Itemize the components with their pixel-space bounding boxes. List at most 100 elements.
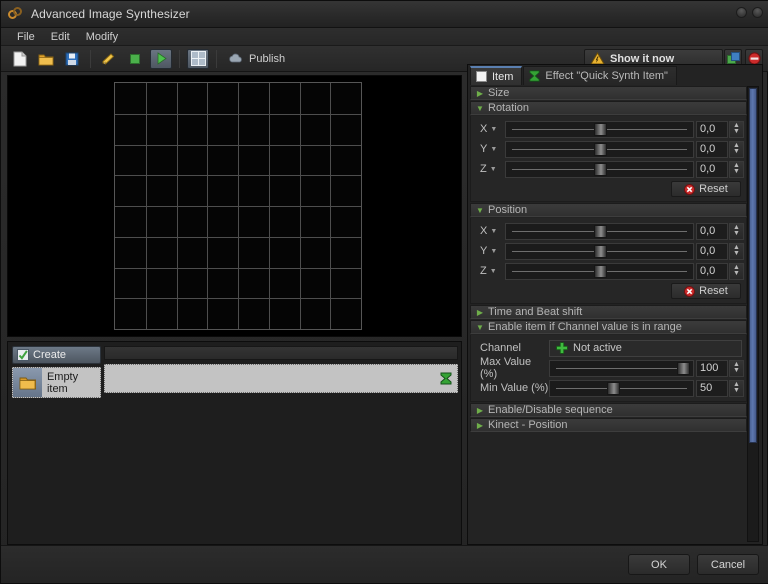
cancel-button[interactable]: Cancel bbox=[697, 554, 759, 575]
grid-line-horizontal bbox=[115, 267, 361, 269]
green-cross-icon bbox=[556, 342, 568, 354]
position-y-label[interactable]: Y ▼ bbox=[473, 245, 505, 257]
slider-thumb[interactable] bbox=[593, 224, 607, 238]
section-title-rotation: Rotation bbox=[488, 102, 529, 114]
section-header-size[interactable]: ▶ Size bbox=[470, 86, 747, 100]
rotation-y-stepper[interactable]: ▲ ▼ bbox=[729, 140, 744, 158]
min-value-stepper[interactable]: ▲ ▼ bbox=[729, 379, 744, 397]
section-title-channel-range: Enable item if Channel value is in range bbox=[488, 321, 682, 333]
ok-button[interactable]: OK bbox=[628, 554, 690, 575]
tab-item[interactable]: Item bbox=[470, 66, 523, 85]
slider-thumb[interactable] bbox=[676, 361, 690, 375]
slider-thumb[interactable] bbox=[593, 244, 607, 258]
position-z-slider[interactable] bbox=[505, 262, 694, 280]
position-z-value[interactable]: 0,0 bbox=[696, 262, 728, 280]
position-z-stepper[interactable]: ▲ ▼ bbox=[729, 262, 744, 280]
section-header-kinect-position[interactable]: ▶ Kinect - Position bbox=[470, 418, 747, 432]
max-value-row: Max Value (%) 100 ▲ ▼ bbox=[473, 356, 744, 380]
chevron-down-icon: ▼ bbox=[476, 205, 484, 215]
table-row[interactable] bbox=[104, 364, 458, 393]
position-x-stepper[interactable]: ▲ ▼ bbox=[729, 222, 744, 240]
slider-thumb[interactable] bbox=[593, 264, 607, 278]
menu-edit[interactable]: Edit bbox=[43, 29, 78, 45]
grid-view-button[interactable] bbox=[187, 48, 209, 69]
window-controls bbox=[736, 7, 763, 18]
menu-modify[interactable]: Modify bbox=[78, 29, 126, 45]
position-z-label[interactable]: Z ▼ bbox=[473, 265, 505, 277]
timeline-strip[interactable] bbox=[104, 346, 458, 360]
position-reset-button[interactable]: Reset bbox=[671, 283, 741, 299]
channel-select[interactable]: Not active bbox=[549, 339, 742, 357]
position-x-row: X ▼ 0,0 ▲ ▼ bbox=[473, 221, 744, 241]
position-x-slider[interactable] bbox=[505, 222, 694, 240]
position-y-value[interactable]: 0,0 bbox=[696, 242, 728, 260]
app-rings-icon bbox=[8, 6, 24, 22]
preview-viewport[interactable] bbox=[7, 75, 462, 337]
properties-panel: Item Effect "Quick Synth Item" ▶ Size ▼ bbox=[467, 64, 763, 545]
min-value-field[interactable]: 50 bbox=[696, 379, 728, 397]
max-value-field[interactable]: 100 bbox=[696, 359, 728, 377]
viewport-grid bbox=[114, 82, 362, 330]
rotation-z-slider[interactable] bbox=[505, 160, 694, 178]
edit-pencil-button[interactable] bbox=[98, 49, 120, 69]
create-button[interactable]: Create bbox=[12, 346, 101, 364]
section-header-time-beat-shift[interactable]: ▶ Time and Beat shift bbox=[470, 305, 747, 319]
chevron-right-icon: ▶ bbox=[476, 307, 484, 317]
position-x-value[interactable]: 0,0 bbox=[696, 222, 728, 240]
rotation-z-stepper[interactable]: ▲ ▼ bbox=[729, 160, 744, 178]
slider-thumb[interactable] bbox=[606, 381, 620, 395]
section-header-enable-disable-sequence[interactable]: ▶ Enable/Disable sequence bbox=[470, 403, 747, 417]
rotation-y-label[interactable]: Y ▼ bbox=[473, 143, 505, 155]
chevron-down-icon: ▼ bbox=[490, 145, 498, 153]
slider-thumb[interactable] bbox=[593, 162, 607, 176]
rotation-x-slider[interactable] bbox=[505, 120, 694, 138]
grid-line-horizontal bbox=[115, 298, 361, 300]
list-item[interactable]: Empty item bbox=[12, 367, 101, 398]
rotation-y-value[interactable]: 0,0 bbox=[696, 140, 728, 158]
position-z-row: Z ▼ 0,0 ▲ ▼ bbox=[473, 261, 744, 281]
section-header-rotation[interactable]: ▼ Rotation bbox=[470, 101, 747, 115]
items-panel: Create Empty item bbox=[7, 341, 462, 545]
min-value-row: Min Value (%) 50 ▲ ▼ bbox=[473, 378, 744, 398]
section-header-channel-range[interactable]: ▼ Enable item if Channel value is in ran… bbox=[470, 320, 747, 334]
chevron-down-icon: ▼ bbox=[489, 267, 497, 275]
position-x-label[interactable]: X ▼ bbox=[473, 225, 505, 237]
rotation-reset-button[interactable]: Reset bbox=[671, 181, 741, 197]
tab-effect[interactable]: Effect "Quick Synth Item" bbox=[523, 66, 677, 85]
slider-thumb[interactable] bbox=[593, 142, 607, 156]
rotation-y-slider[interactable] bbox=[505, 140, 694, 158]
rotation-z-value[interactable]: 0,0 bbox=[696, 160, 728, 178]
max-value-stepper[interactable]: ▲ ▼ bbox=[729, 359, 744, 377]
open-folder-button[interactable] bbox=[35, 49, 57, 69]
pencil-icon bbox=[101, 52, 117, 66]
white-square-icon bbox=[475, 71, 488, 83]
section-header-position[interactable]: ▼ Position bbox=[470, 203, 747, 217]
channel-row: Channel Not active bbox=[473, 338, 744, 358]
position-y-stepper[interactable]: ▲ ▼ bbox=[729, 242, 744, 260]
slider-thumb[interactable] bbox=[593, 122, 607, 136]
toolbar-separator bbox=[90, 49, 91, 68]
new-document-button[interactable] bbox=[9, 49, 31, 69]
play-button[interactable] bbox=[150, 48, 172, 69]
close-button[interactable] bbox=[752, 7, 763, 18]
position-y-slider[interactable] bbox=[505, 242, 694, 260]
menu-file[interactable]: File bbox=[9, 29, 43, 45]
rotation-x-value[interactable]: 0,0 bbox=[696, 120, 728, 138]
section-title-kinect-position: Kinect - Position bbox=[488, 419, 568, 431]
rotation-z-label[interactable]: Z ▼ bbox=[473, 163, 505, 175]
grid-icon bbox=[190, 51, 206, 66]
section-title-time-beat-shift: Time and Beat shift bbox=[488, 306, 583, 318]
properties-scrollbar[interactable] bbox=[747, 86, 759, 542]
page-icon bbox=[13, 51, 27, 67]
min-value-slider[interactable] bbox=[549, 379, 694, 397]
rotation-x-label[interactable]: X ▼ bbox=[473, 123, 505, 135]
rotation-x-stepper[interactable]: ▲ ▼ bbox=[729, 120, 744, 138]
save-button[interactable] bbox=[61, 49, 83, 69]
create-label: Create bbox=[33, 349, 67, 361]
scrollbar-thumb[interactable] bbox=[749, 88, 757, 443]
stop-button[interactable] bbox=[124, 49, 146, 69]
max-value-slider[interactable] bbox=[549, 359, 694, 377]
publish-button[interactable]: Publish bbox=[228, 53, 285, 65]
minimize-button[interactable] bbox=[736, 7, 747, 18]
section-title-enable-disable-sequence: Enable/Disable sequence bbox=[488, 404, 613, 416]
